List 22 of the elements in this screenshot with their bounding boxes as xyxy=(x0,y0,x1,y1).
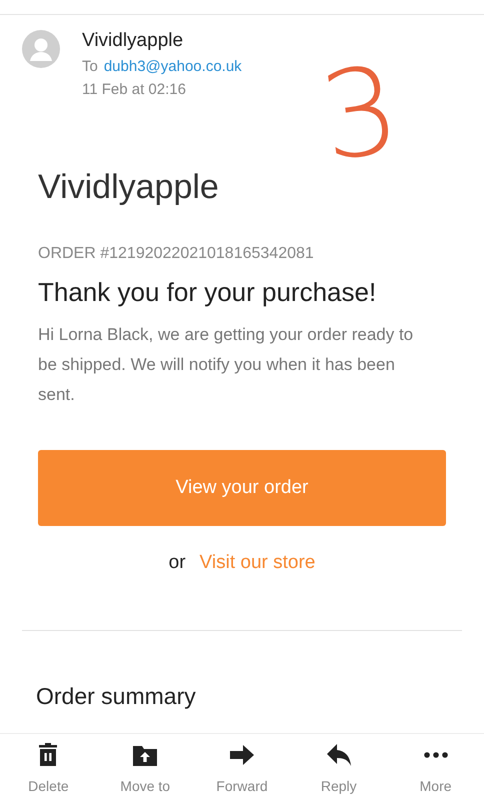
section-title: Order summary xyxy=(36,683,197,710)
sender-name: Vividlyapple xyxy=(82,30,184,52)
more-icon xyxy=(422,752,449,758)
action-button[interactable]: Delete xyxy=(8,742,88,794)
recipient-address[interactable]: dubh3@yahoo.co.uk xyxy=(104,58,242,75)
sent-date: 11 Feb at 02:16 xyxy=(82,81,187,98)
action-button[interactable]: Reply xyxy=(298,742,379,794)
thank-you-heading: Thank you for your purchase! xyxy=(38,277,378,308)
message-text: Hi Lorna Black, we are getting your order ready to be shipped. We will notify you when it has been sent. xyxy=(38,324,414,406)
action-button[interactable]: Forward xyxy=(202,742,282,794)
avatar-icon xyxy=(22,30,60,68)
order-number: ORDER #12192022021018165342081 xyxy=(38,245,315,263)
reply-arrow-icon xyxy=(326,742,352,768)
store-link[interactable]: Visit our store xyxy=(200,552,316,574)
view-order-button[interactable]: View your order xyxy=(38,450,446,526)
action-button[interactable]: More xyxy=(396,742,476,794)
handwritten-number: 3 xyxy=(314,50,406,180)
brand-title: Vividlyapple xyxy=(38,168,220,207)
recipient-label: To xyxy=(82,58,98,75)
action-button[interactable]: Move to xyxy=(105,742,186,794)
or-text: or xyxy=(168,552,186,574)
right-arrow-icon xyxy=(228,742,255,768)
